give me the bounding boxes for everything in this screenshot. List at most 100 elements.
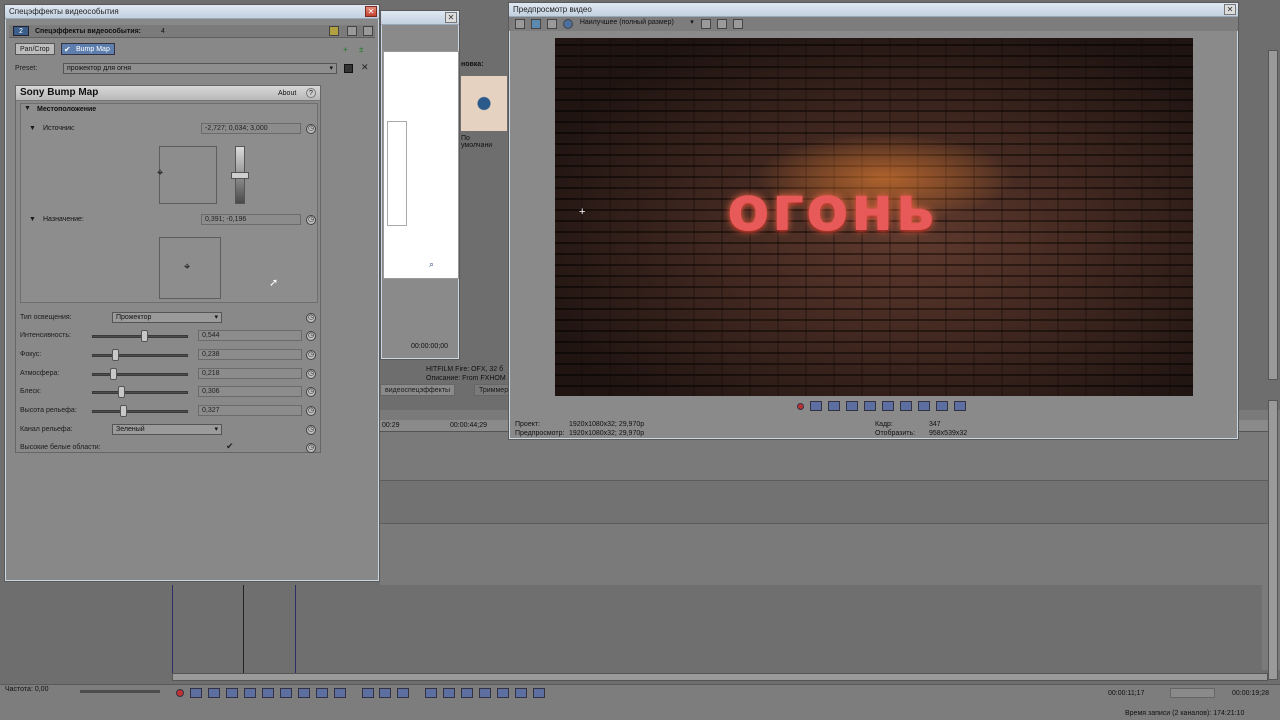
- channel-dropdown[interactable]: Зеленый: [112, 424, 222, 435]
- quality-dropdown[interactable]: Наилучшее (полный размер): [577, 18, 697, 29]
- param-value-field[interactable]: 0,544: [198, 330, 302, 341]
- plugin-chain-icon[interactable]: [329, 26, 339, 36]
- envelope-tool-button[interactable]: [379, 688, 392, 698]
- prev-frame-button[interactable]: [315, 688, 328, 698]
- tab-video-fx[interactable]: видеоспецэффекты: [380, 384, 456, 396]
- param-value-field[interactable]: 0,218: [198, 367, 302, 379]
- keyframe-clock-icon[interactable]: ◷: [306, 406, 316, 417]
- keyframe-clock-icon[interactable]: ◷: [306, 368, 316, 379]
- collapse-icon[interactable]: ▼: [29, 216, 36, 223]
- rate-slider[interactable]: [80, 690, 160, 693]
- collapse-icon[interactable]: ▼: [29, 125, 36, 132]
- properties-icon[interactable]: [515, 19, 525, 29]
- region-button[interactable]: [479, 688, 492, 698]
- param-value-field[interactable]: 0,306: [198, 386, 302, 398]
- param-value-field[interactable]: 0,238: [198, 348, 302, 360]
- play-button[interactable]: [845, 401, 858, 411]
- snap-button[interactable]: [497, 688, 510, 698]
- stop-button[interactable]: [261, 688, 274, 698]
- param-slider[interactable]: [92, 335, 188, 338]
- keyframe-clock-icon[interactable]: ◷: [306, 425, 316, 435]
- destination-value-field[interactable]: 0,391; -0,196: [201, 214, 301, 225]
- next-frame-button[interactable]: [953, 401, 966, 411]
- timeline-scrollbar[interactable]: [172, 673, 1268, 681]
- depth-slider-thumb[interactable]: [231, 172, 249, 179]
- ripple-button[interactable]: [533, 688, 546, 698]
- delete-preset-icon[interactable]: ✕: [361, 62, 369, 73]
- trim-button[interactable]: [443, 688, 456, 698]
- param-slider-thumb[interactable]: [120, 405, 128, 418]
- keyframe-clock-icon[interactable]: ◷: [306, 349, 316, 360]
- param-slider-thumb[interactable]: [118, 386, 126, 399]
- play-button[interactable]: [225, 688, 238, 698]
- param-slider-thumb[interactable]: [109, 367, 117, 380]
- param-slider[interactable]: [92, 353, 188, 357]
- keyframe-clock-icon[interactable]: ◷: [306, 215, 316, 225]
- keyframe-clock-icon[interactable]: ◷: [306, 443, 316, 453]
- source-value-field[interactable]: -2,727; 0,034; 3,000: [201, 123, 301, 134]
- preview-canvas[interactable]: огонь +: [555, 38, 1193, 396]
- collapse-icon[interactable]: ▼: [24, 105, 31, 112]
- pause-button[interactable]: [243, 688, 256, 698]
- source-position-pad[interactable]: [159, 146, 217, 204]
- keyframe-clock-icon[interactable]: ◷: [306, 124, 316, 134]
- save-preset-icon[interactable]: [344, 64, 353, 73]
- help-button[interactable]: ?: [306, 88, 316, 98]
- close-icon[interactable]: ✕: [445, 12, 457, 23]
- about-button[interactable]: About: [278, 90, 296, 97]
- stop-button[interactable]: [881, 401, 894, 411]
- light-type-dropdown[interactable]: Прожектор: [112, 312, 222, 323]
- param-slider-thumb[interactable]: [141, 330, 149, 342]
- param-slider-thumb[interactable]: [111, 348, 119, 361]
- source-crosshair-icon[interactable]: ⌖: [157, 167, 163, 180]
- save-frame-icon[interactable]: [732, 19, 743, 29]
- timeline-track[interactable]: [380, 480, 1268, 524]
- quality-icon[interactable]: [562, 19, 573, 29]
- go-end-button[interactable]: [297, 688, 310, 698]
- split-icon[interactable]: [546, 19, 557, 29]
- close-icon[interactable]: ✕: [365, 6, 377, 17]
- copy-frame-icon[interactable]: [716, 19, 727, 29]
- play-from-start-button[interactable]: [827, 401, 840, 411]
- add-plugin-icon[interactable]: +: [343, 45, 348, 54]
- highlight-checkbox[interactable]: ✔: [226, 441, 234, 452]
- loop-button[interactable]: [189, 688, 202, 698]
- keyframe-clock-icon[interactable]: ◷: [306, 387, 316, 398]
- keyframe-clock-icon[interactable]: ◷: [306, 313, 316, 323]
- param-slider[interactable]: [92, 372, 188, 376]
- lock-button[interactable]: [515, 688, 528, 698]
- destination-crosshair-icon[interactable]: ⌖: [184, 261, 190, 274]
- overlay-icon[interactable]: [700, 19, 711, 29]
- edit-tool-button[interactable]: [361, 688, 374, 698]
- param-value-field[interactable]: 0,327: [198, 405, 302, 417]
- grid-icon[interactable]: [347, 26, 357, 36]
- delete-button[interactable]: [425, 688, 438, 698]
- record-button[interactable]: [797, 402, 804, 410]
- go-end-button[interactable]: [917, 401, 930, 411]
- loop-button[interactable]: [809, 401, 822, 411]
- param-slider[interactable]: [92, 391, 188, 395]
- search-icon[interactable]: ⌕: [429, 259, 434, 270]
- monitor-icon[interactable]: [530, 19, 541, 29]
- eye-thumbnail[interactable]: [461, 76, 507, 131]
- record-button[interactable]: [176, 689, 184, 697]
- enable-check-icon[interactable]: ✔: [64, 44, 71, 55]
- prev-frame-button[interactable]: [935, 401, 948, 411]
- zoom-tool-button[interactable]: [397, 688, 410, 698]
- tab-pan-crop[interactable]: Pan/Crop: [15, 43, 55, 55]
- right-scrollbar-top[interactable]: [1268, 50, 1278, 380]
- remove-plugin-icon[interactable]: ±: [359, 45, 363, 54]
- source-crosshair[interactable]: +: [579, 206, 585, 218]
- param-slider[interactable]: [92, 410, 188, 414]
- tab-bump-map[interactable]: ✔ Bump Map: [61, 43, 115, 55]
- preset-dropdown[interactable]: прожектор для огня: [63, 63, 337, 74]
- list-icon[interactable]: [363, 26, 373, 36]
- close-icon[interactable]: ✕: [1224, 4, 1236, 15]
- go-start-button[interactable]: [279, 688, 292, 698]
- vertical-scrollbar[interactable]: [1268, 400, 1278, 680]
- pause-button[interactable]: [863, 401, 876, 411]
- next-frame-button[interactable]: [333, 688, 346, 698]
- time-field[interactable]: [1170, 688, 1215, 698]
- marker-button[interactable]: [461, 688, 474, 698]
- keyframe-clock-icon[interactable]: ◷: [306, 331, 316, 341]
